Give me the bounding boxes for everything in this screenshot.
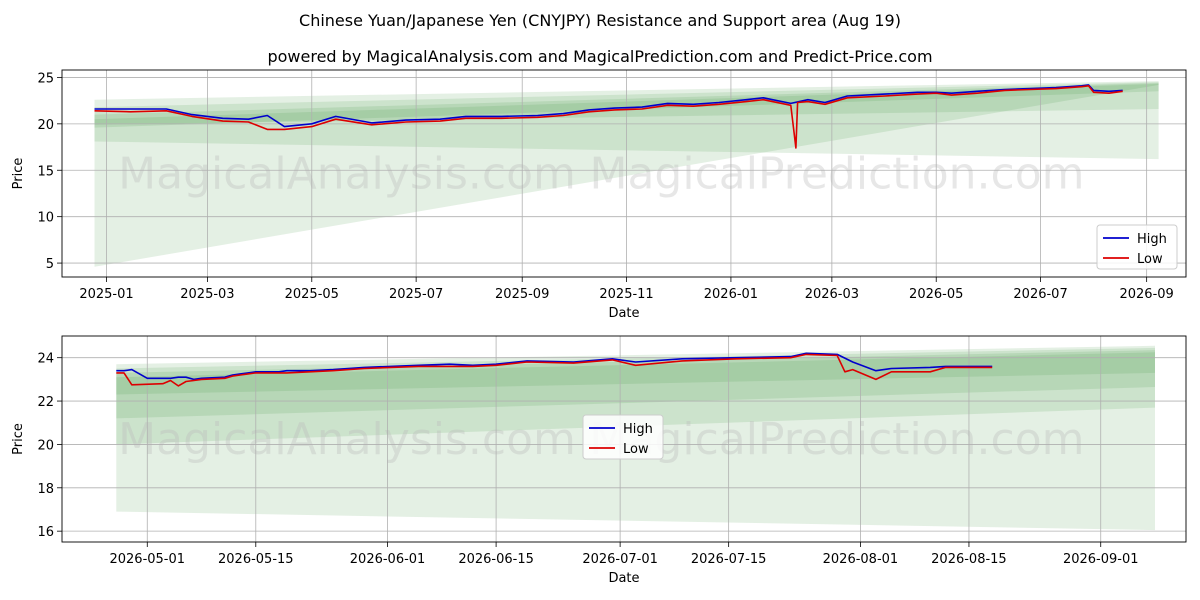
chart-title: Chinese Yuan/Japanese Yen (CNYJPY) Resis…	[299, 11, 901, 30]
x-tick-label: 2026-05-15	[218, 552, 294, 567]
x-axis-ticks: 2025-01 2025-03 2025-05 2025-07 2025-09 2025-…	[79, 277, 1174, 302]
y-tick-label: 20	[37, 118, 54, 133]
x-tick-label: 2026-07-15	[691, 552, 767, 567]
watermarks: MagicalAnalysis.com MagicalPrediction.com	[118, 149, 1084, 200]
x-axis-label: Date	[608, 571, 639, 586]
bottom-chart-panel: MagicalAnalysis.com MagicalPrediction.com…	[11, 335, 1187, 586]
x-tick-label: 2026-01	[704, 287, 758, 302]
x-tick-label: 2025-07	[389, 287, 443, 302]
y-tick-label: 18	[37, 482, 54, 497]
watermark-prediction: MagicalPrediction.com	[590, 149, 1085, 200]
x-tick-label: 2026-09	[1119, 287, 1173, 302]
y-tick-label: 24	[37, 352, 54, 367]
y-tick-label: 15	[37, 164, 54, 179]
y-tick-label: 5	[46, 257, 54, 272]
y-tick-label: 20	[37, 438, 54, 453]
watermark-analysis: MagicalAnalysis.com	[118, 414, 576, 465]
x-tick-label: 2026-03	[805, 287, 859, 302]
legend-label-low: Low	[623, 442, 649, 457]
y-tick-label: 25	[37, 71, 54, 86]
x-tick-label: 2025-05	[285, 287, 339, 302]
y-tick-label: 10	[37, 211, 54, 226]
y-tick-label: 22	[37, 395, 54, 410]
x-tick-label: 2026-07	[1013, 287, 1067, 302]
x-tick-label: 2026-05	[909, 287, 963, 302]
figure: Chinese Yuan/Japanese Yen (CNYJPY) Resis…	[11, 11, 1187, 586]
x-tick-label: 2026-06-15	[458, 552, 534, 567]
x-tick-label: 2025-11	[599, 287, 653, 302]
x-axis-ticks: 2026-05-01 2026-05-15 2026-06-01 2026-06-15…	[109, 542, 1139, 567]
x-tick-label: 2025-09	[495, 287, 549, 302]
y-axis-ticks: 16 18 20 22 24	[37, 352, 62, 540]
chart-subtitle: powered by MagicalAnalysis.com and Magic…	[267, 47, 932, 66]
y-axis-label: Price	[11, 158, 26, 190]
x-tick-label: 2026-07-01	[582, 552, 658, 567]
x-tick-label: 2025-01	[79, 287, 133, 302]
top-chart-panel: MagicalAnalysis.com MagicalPrediction.com…	[11, 69, 1187, 321]
x-axis-label: Date	[608, 306, 639, 321]
x-tick-label: 2026-05-01	[109, 552, 185, 567]
legend: High Low	[1096, 224, 1178, 270]
y-axis-label: Price	[11, 423, 26, 455]
x-tick-label: 2026-06-01	[350, 552, 426, 567]
watermark-analysis: MagicalAnalysis.com	[118, 149, 576, 200]
legend-label-high: High	[1137, 232, 1167, 247]
legend-label-low: Low	[1137, 252, 1163, 267]
legend-label-high: High	[623, 422, 653, 437]
y-axis-ticks: 5 10 15 20 25	[37, 71, 62, 272]
x-tick-label: 2026-08-01	[823, 552, 899, 567]
y-tick-label: 16	[37, 525, 54, 540]
legend: High Low	[582, 414, 664, 460]
x-tick-label: 2025-03	[180, 287, 234, 302]
x-tick-label: 2026-08-15	[931, 552, 1007, 567]
watermark-prediction: MagicalPrediction.com	[590, 414, 1085, 465]
x-tick-label: 2026-09-01	[1063, 552, 1139, 567]
